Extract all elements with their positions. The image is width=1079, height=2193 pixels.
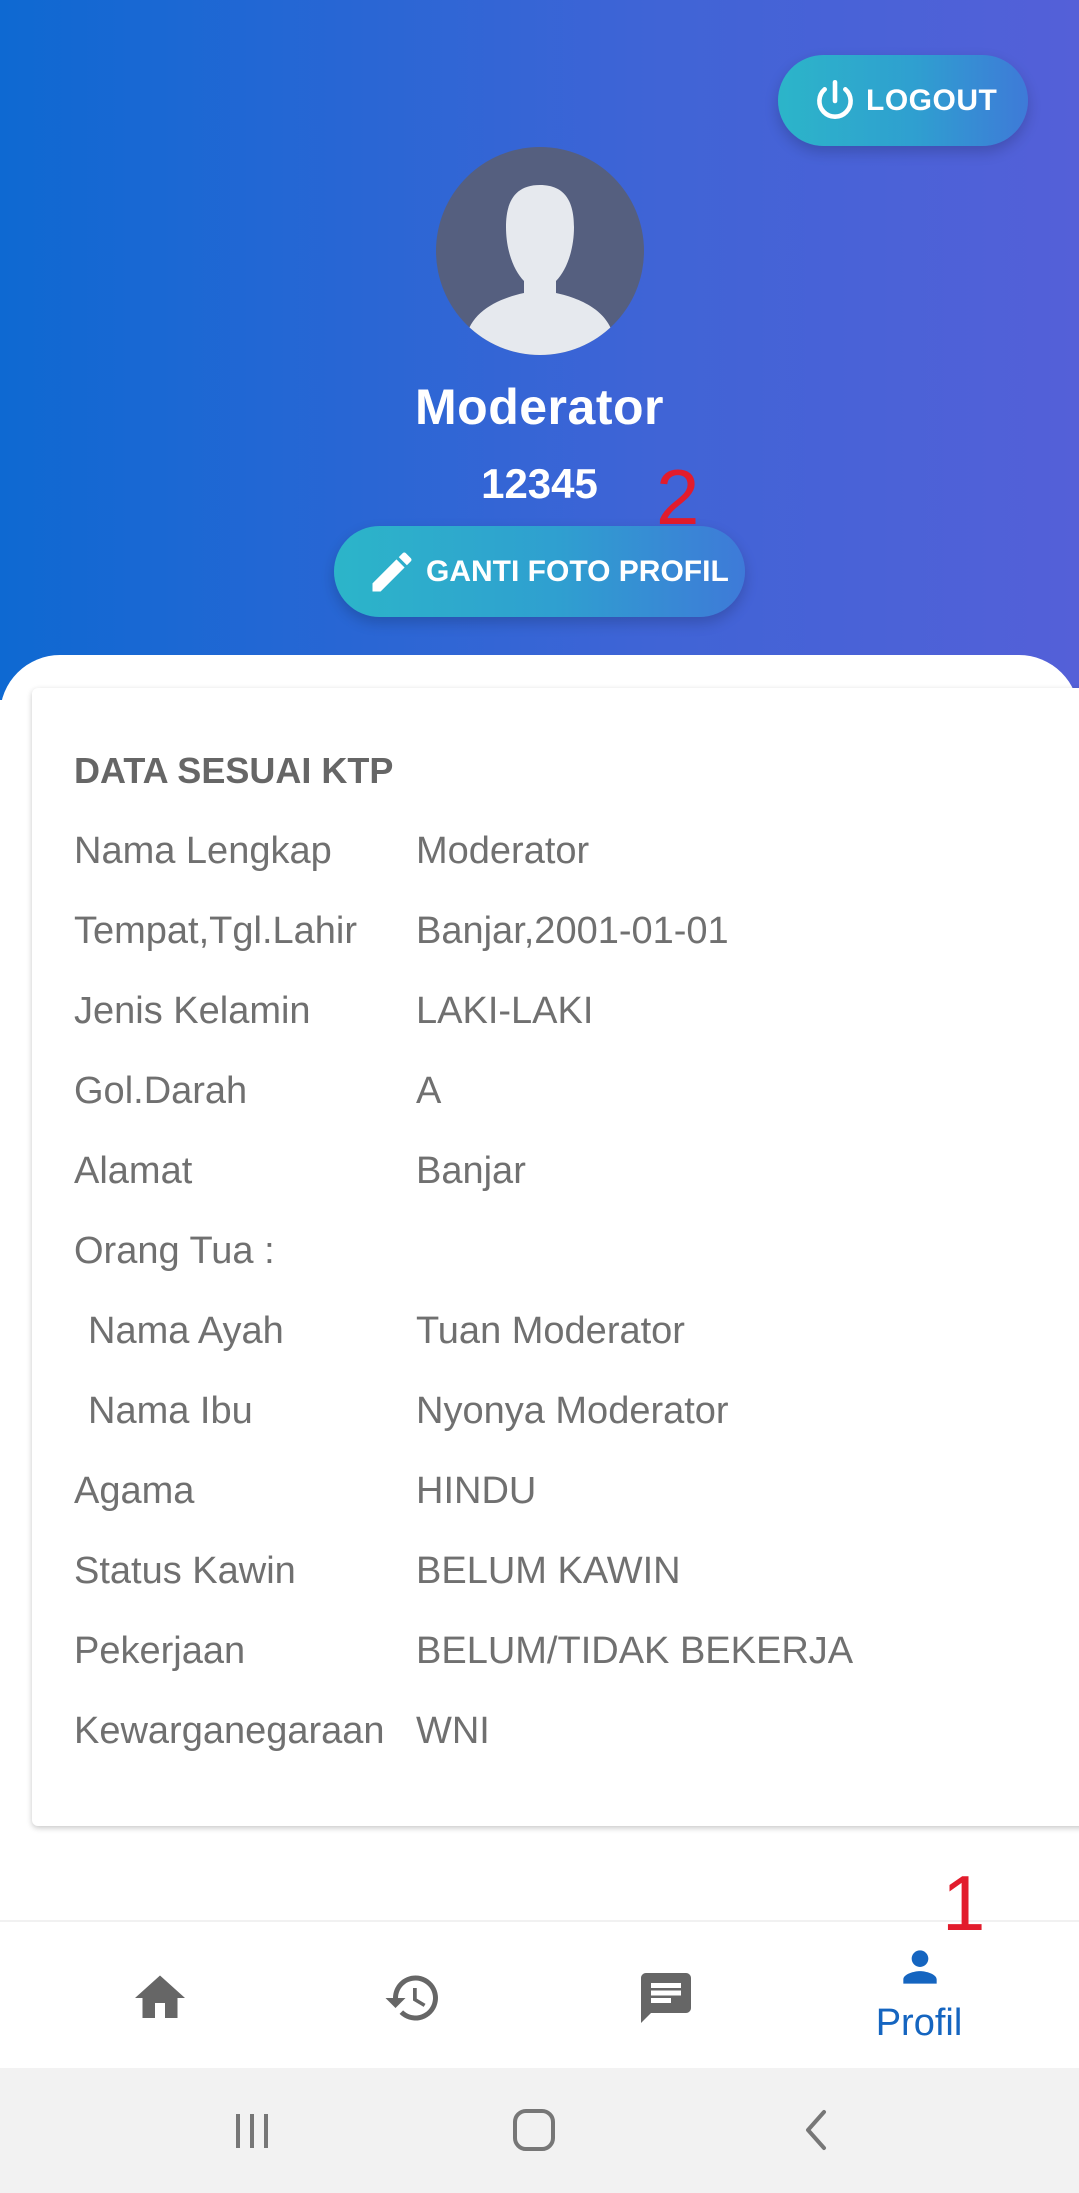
change-photo-label: GANTI FOTO PROFIL — [426, 554, 729, 588]
ktp-value: BELUM/TIDAK BEKERJA — [416, 1630, 854, 1672]
system-nav-bar — [0, 2068, 1079, 2193]
ktp-row: Nama Lengkap Moderator — [74, 830, 1064, 890]
logout-button[interactable]: LOGOUT — [778, 55, 1028, 146]
person-icon — [903, 1950, 937, 1984]
user-name: Moderator — [415, 379, 664, 435]
system-home-button[interactable] — [474, 2068, 594, 2193]
ktp-label: Status Kawin — [74, 1550, 296, 1592]
home-button-icon — [513, 2109, 555, 2151]
home-icon — [135, 1975, 185, 2018]
ktp-label: Agama — [74, 1470, 195, 1512]
ktp-label: Orang Tua : — [74, 1230, 275, 1272]
ktp-row: Nama Ibu Nyonya Moderator — [74, 1390, 1064, 1450]
ktp-row: Alamat Banjar — [74, 1150, 1064, 1210]
ktp-label: Tempat,Tgl.Lahir — [74, 910, 358, 952]
ktp-value: WNI — [416, 1710, 490, 1752]
ktp-label: Kewarganegaraan — [74, 1710, 385, 1752]
user-id: 12345 — [481, 460, 598, 507]
ktp-label: Alamat — [74, 1150, 193, 1192]
ktp-label: Nama Ayah — [88, 1310, 284, 1352]
history-icon — [385, 1975, 438, 2021]
recent-apps-icon — [236, 2114, 268, 2148]
annotation-marker-1: 1 — [942, 1859, 986, 1947]
ktp-value: Nyonya Moderator — [416, 1390, 729, 1432]
ktp-row: Nama Ayah Tuan Moderator — [74, 1310, 1064, 1370]
ktp-row: Agama HINDU — [74, 1470, 1064, 1530]
ktp-value: Banjar,2001-01-01 — [416, 910, 729, 952]
logout-label: LOGOUT — [866, 83, 998, 117]
ktp-title: DATA SESUAI KTP — [74, 750, 394, 791]
ktp-label: Nama Ibu — [88, 1390, 253, 1432]
ktp-row: Orang Tua : — [74, 1230, 1064, 1290]
nav-item-chat[interactable] — [566, 1922, 766, 2070]
ktp-value: Banjar — [416, 1150, 526, 1192]
ktp-row: Pekerjaan BELUM/TIDAK BEKERJA — [74, 1630, 1064, 1690]
ktp-label: Gol.Darah — [74, 1070, 248, 1112]
system-back-button[interactable] — [756, 2068, 876, 2193]
ktp-value: HINDU — [416, 1470, 537, 1512]
change-photo-button[interactable]: GANTI FOTO PROFIL — [334, 526, 745, 617]
recent-apps-button[interactable] — [192, 2068, 312, 2193]
nav-item-history[interactable] — [313, 1922, 513, 2070]
ktp-label: Jenis Kelamin — [74, 990, 311, 1032]
ktp-value: LAKI-LAKI — [416, 990, 594, 1032]
bottom-nav: Profil — [0, 1920, 1079, 2070]
ktp-row: Tempat,Tgl.Lahir Banjar,2001-01-01 — [74, 910, 1064, 970]
power-icon — [817, 79, 853, 119]
nav-item-home[interactable] — [60, 1922, 260, 2070]
avatar — [436, 147, 644, 355]
nav-label-profil: Profil — [875, 2002, 963, 2044]
pencil-icon — [372, 551, 412, 591]
back-icon — [806, 2110, 826, 2150]
ktp-label: Nama Lengkap — [74, 830, 332, 872]
ktp-value: Moderator — [416, 830, 590, 872]
ktp-row: Kewarganegaraan WNI — [74, 1710, 1064, 1770]
ktp-value: Tuan Moderator — [416, 1310, 685, 1352]
nav-item-profil[interactable]: Profil — [819, 1922, 1019, 2070]
ktp-row: Jenis Kelamin LAKI-LAKI — [74, 990, 1064, 1050]
default-avatar-icon — [466, 185, 614, 355]
ktp-value: BELUM KAWIN — [416, 1550, 681, 1592]
ktp-value: A — [416, 1070, 442, 1112]
chat-icon — [641, 1973, 691, 2023]
ktp-label: Pekerjaan — [74, 1630, 246, 1672]
ktp-row: Status Kawin BELUM KAWIN — [74, 1550, 1064, 1610]
ktp-row: Gol.Darah A — [74, 1070, 1064, 1130]
